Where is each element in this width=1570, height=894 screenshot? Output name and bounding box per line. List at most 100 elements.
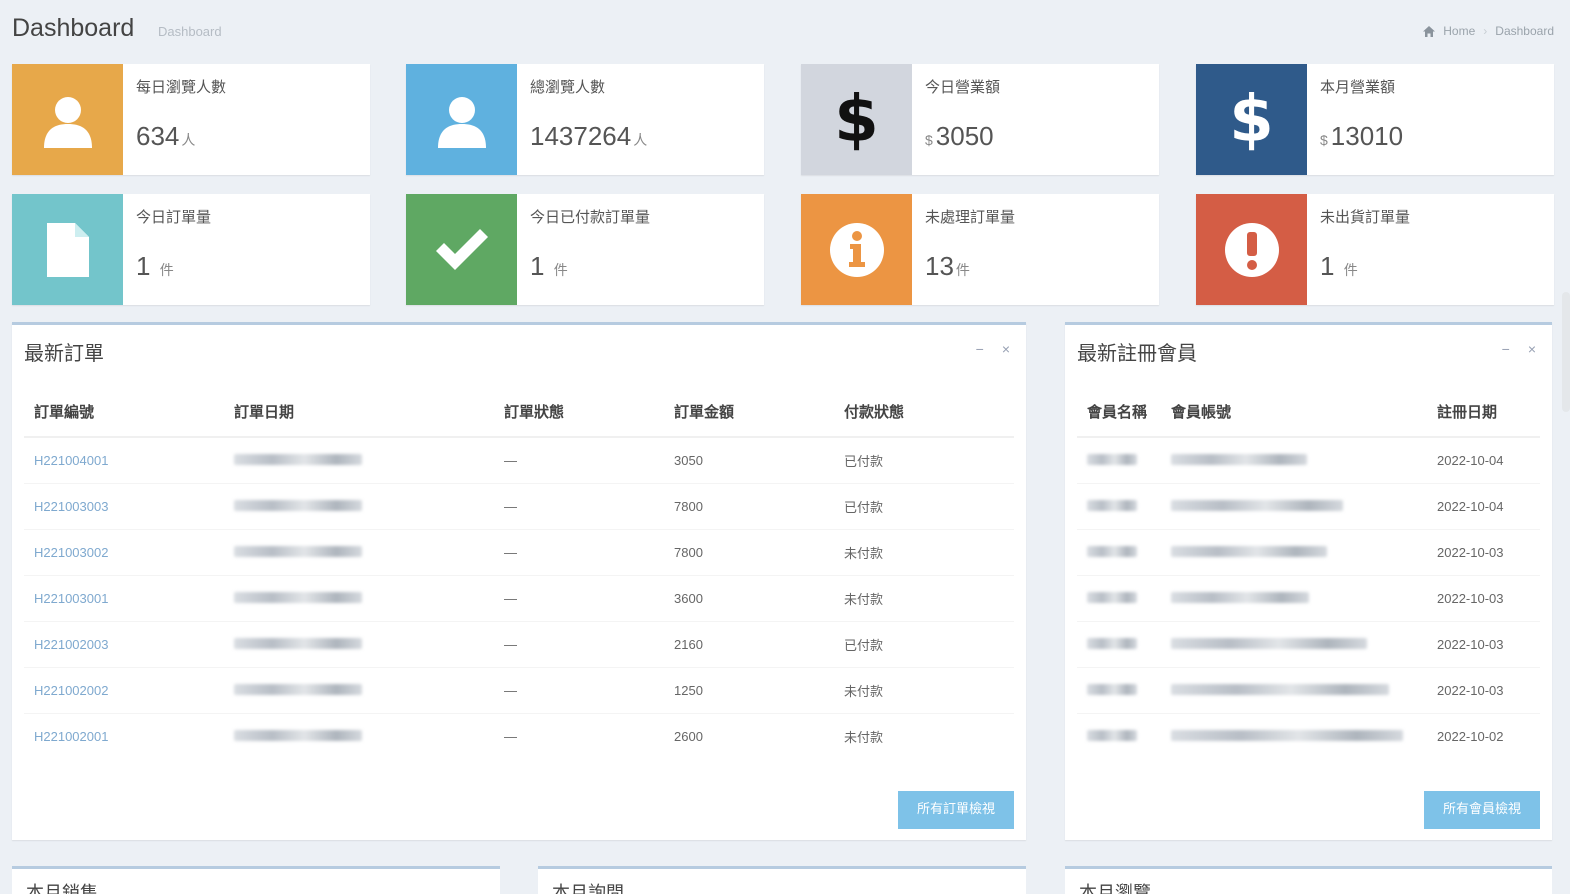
info-box-label: 每日瀏覽人數: [136, 79, 227, 96]
table-row: H221003003 — 7800 已付款: [24, 482, 1014, 529]
table-header-row: 訂單編號 訂單日期 訂單狀態 訂單金額 付款狀態: [24, 387, 1014, 438]
info-box-total-visitors: 總瀏覽人數 1437264 人: [406, 64, 764, 175]
dollar-icon: $: [834, 82, 879, 157]
payment-status: 未付款: [844, 574, 1014, 621]
info-box-daily-paid-orders: 今日已付款訂單量 1 件: [406, 194, 764, 305]
table-row: H221003002 — 7800 未付款: [24, 528, 1014, 575]
order-id-link[interactable]: H221003002: [24, 528, 234, 575]
user-icon: [43, 96, 92, 148]
table-row: H221002003 — 2160 已付款: [24, 620, 1014, 667]
payment-status: 已付款: [844, 436, 1014, 483]
column-header[interactable]: 訂單日期: [234, 387, 504, 438]
order-date-redacted: [234, 574, 504, 621]
close-icon[interactable]: ×: [1528, 341, 1536, 357]
table-row: H221004001 — 3050 已付款: [24, 436, 1014, 483]
member-account-redacted: [1171, 666, 1437, 713]
table-row: 2022-10-02: [1077, 712, 1540, 759]
orders-table: 訂單編號 訂單日期 訂單狀態 訂單金額 付款狀態 H221004001 — 30…: [24, 387, 1014, 759]
order-date-redacted: [234, 666, 504, 713]
view-all-orders-button[interactable]: 所有訂單檢視: [898, 791, 1014, 829]
collapse-icon[interactable]: −: [976, 341, 984, 357]
payment-status: 未付款: [844, 528, 1014, 575]
table-row: H221002002 — 1250 未付款: [24, 666, 1014, 713]
order-status: —: [504, 482, 674, 529]
column-header[interactable]: 訂單狀態: [504, 387, 674, 438]
order-status: —: [504, 436, 674, 483]
member-name-redacted: [1077, 528, 1171, 575]
info-box-number: 1437264 人: [530, 121, 648, 151]
order-id-link[interactable]: H221002003: [24, 620, 234, 667]
info-icon: [829, 222, 884, 277]
info-box-label: 今日營業額: [925, 79, 1001, 96]
order-id-link[interactable]: H221002002: [24, 666, 234, 713]
table-row: 2022-10-04: [1077, 482, 1540, 529]
breadcrumb-home[interactable]: Home: [1443, 24, 1475, 38]
info-box-number: 1 件: [530, 251, 568, 281]
table-row: 2022-10-03: [1077, 620, 1540, 667]
column-header[interactable]: 付款狀態: [844, 387, 1014, 438]
breadcrumb-current: Dashboard: [1495, 24, 1554, 38]
registration-date: 2022-10-04: [1437, 482, 1540, 529]
scrollbar-handle[interactable]: [1562, 292, 1570, 412]
member-name-redacted: [1077, 574, 1171, 621]
user-icon: [437, 96, 486, 148]
info-box-label: 本月營業額: [1320, 79, 1396, 96]
member-account-redacted: [1171, 574, 1437, 621]
order-id-link[interactable]: H221004001: [24, 436, 234, 483]
column-header[interactable]: 會員帳號: [1171, 387, 1437, 438]
close-icon[interactable]: ×: [1002, 341, 1010, 357]
order-id-link[interactable]: H221003003: [24, 482, 234, 529]
member-name-redacted: [1077, 436, 1171, 483]
bottom-box-3: 本月瀏覽......: [1065, 866, 1552, 894]
info-box-label: 今日訂單量: [136, 209, 212, 226]
info-box-monthly-revenue: $ 本月營業額 $13010: [1196, 64, 1554, 175]
order-amount: 2600: [674, 712, 844, 759]
order-id-link[interactable]: H221003001: [24, 574, 234, 621]
order-amount: 7800: [674, 482, 844, 529]
info-icon-container: [12, 194, 123, 305]
info-box-label: 總瀏覽人數: [530, 79, 606, 96]
info-box-number: 634 人: [136, 121, 196, 151]
latest-orders-box: 最新訂單 − × 訂單編號 訂單日期 訂單狀態 訂單金額 付款狀態 H22100…: [12, 322, 1026, 840]
box-title: 本月詢問......: [552, 883, 655, 894]
breadcrumb: Home › Dashboard: [1423, 24, 1554, 38]
info-icon-container: [12, 64, 123, 175]
payment-status: 已付款: [844, 620, 1014, 667]
box-tools: − ×: [1502, 341, 1536, 357]
member-name-redacted: [1077, 712, 1171, 759]
order-status: —: [504, 620, 674, 667]
order-id-link[interactable]: H221002001: [24, 712, 234, 759]
info-box-label: 未出貨訂單量: [1320, 209, 1411, 226]
column-header[interactable]: 訂單金額: [674, 387, 844, 438]
info-box-daily-revenue: $ 今日營業額 $3050: [801, 64, 1159, 175]
member-account-redacted: [1171, 528, 1437, 575]
check-icon: [435, 228, 488, 270]
view-all-members-button[interactable]: 所有會員檢視: [1424, 791, 1540, 829]
column-header[interactable]: 註冊日期: [1437, 387, 1540, 438]
column-header[interactable]: 會員名稱: [1077, 387, 1171, 438]
column-header[interactable]: 訂單編號: [24, 387, 234, 438]
info-icon-container: [406, 64, 517, 175]
info-box-number: 1 件: [1320, 251, 1358, 281]
collapse-icon[interactable]: −: [1502, 341, 1510, 357]
order-date-redacted: [234, 528, 504, 575]
info-box-daily-visitors: 每日瀏覽人數 634 人: [12, 64, 370, 175]
content-header: Dashboard Dashboard Home › Dashboard: [0, 0, 1570, 60]
latest-members-box: 最新註冊會員 − × 會員名稱 會員帳號 註冊日期 2022-10-04 202…: [1065, 322, 1552, 840]
table-header-row: 會員名稱 會員帳號 註冊日期: [1077, 387, 1540, 438]
table-row: 2022-10-03: [1077, 574, 1540, 621]
page-subtitle: Dashboard: [158, 24, 222, 39]
order-date-redacted: [234, 482, 504, 529]
info-box-label: 今日已付款訂單量: [530, 209, 651, 226]
box-title: 最新註冊會員: [1077, 343, 1197, 365]
table-row: H221002001 — 2600 未付款: [24, 712, 1014, 759]
order-status: —: [504, 574, 674, 621]
info-icon-container: $: [801, 64, 912, 175]
home-icon: [1423, 25, 1436, 37]
order-amount: 1250: [674, 666, 844, 713]
table-row: 2022-10-04: [1077, 436, 1540, 483]
info-box-pending-orders: 未處理訂單量 13 件: [801, 194, 1159, 305]
order-amount: 3050: [674, 436, 844, 483]
info-box-daily-orders: 今日訂單量 1 件: [12, 194, 370, 305]
box-title: 本月瀏覽......: [1079, 883, 1182, 894]
